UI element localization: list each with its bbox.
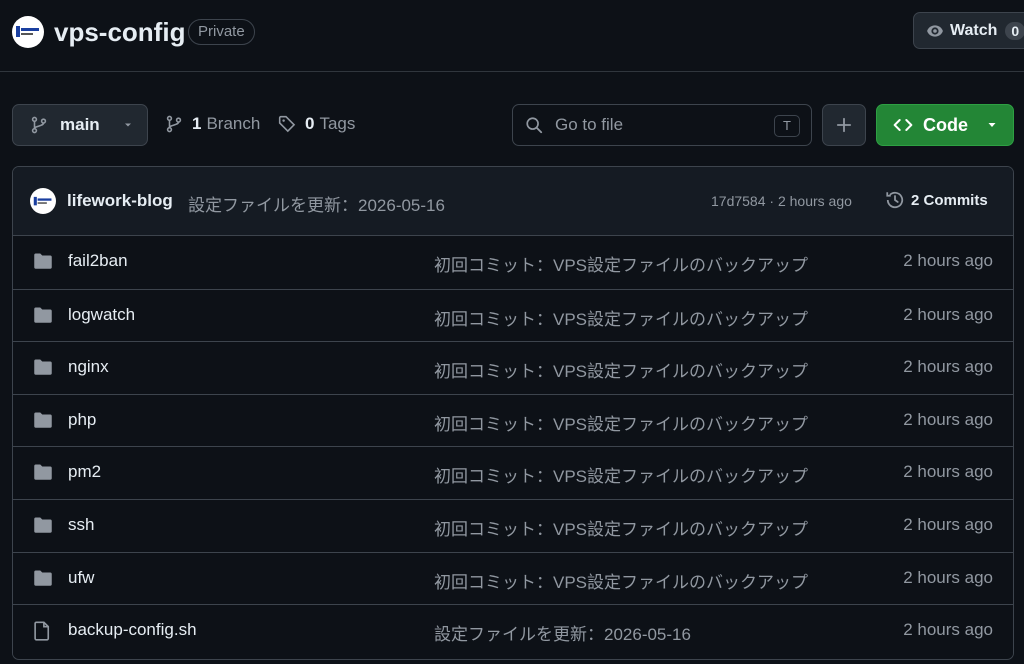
file-commit-message-link[interactable]: 初回コミット：VPS設定ファイルのバックアップ	[434, 357, 808, 382]
avatar-logo-icon	[33, 196, 52, 205]
file-commit-time: 2 hours ago	[903, 462, 993, 482]
file-row-logwatch[interactable]: logwatch 初回コミット：VPS設定ファイルのバックアップ 2 hours a…	[13, 288, 1013, 342]
branches-link[interactable]: 1 Branch	[165, 114, 260, 134]
file-commit-message-link[interactable]: 初回コミット：VPS設定ファイルのバックアップ	[434, 305, 808, 330]
go-to-file-input[interactable]: Go to file T	[512, 104, 812, 146]
tag-label: Tags	[319, 114, 356, 133]
file-row-ufw[interactable]: ufw 初回コミット：VPS設定ファイルのバックアップ 2 hours ago	[13, 551, 1013, 605]
folder-icon	[33, 306, 53, 329]
file-commit-time: 2 hours ago	[903, 620, 993, 640]
repo-header: vps-config Private Watch 0	[0, 0, 1024, 72]
branch-count: 1	[192, 114, 202, 133]
file-row-pm2[interactable]: pm2 初回コミット：VPS設定ファイルのバックアップ 2 hours ago	[13, 446, 1013, 499]
chevron-down-icon	[988, 123, 996, 127]
history-icon	[886, 191, 904, 209]
keyboard-shortcut-hint: T	[774, 115, 800, 137]
file-name-link[interactable]: fail2ban	[68, 251, 128, 271]
folder-icon	[33, 516, 53, 539]
file-row-ssh[interactable]: ssh 初回コミット：VPS設定ファイルのバックアップ 2 hours ago	[13, 498, 1013, 552]
file-commit-time: 2 hours ago	[903, 409, 993, 429]
folder-icon	[33, 411, 53, 434]
latest-commit-bar: lifework-blog 設定ファイルを更新：2026-05-16 17d75…	[13, 167, 1013, 236]
folder-icon	[33, 358, 53, 381]
file-name-link[interactable]: ufw	[68, 568, 94, 588]
commits-label: 2 Commits	[911, 191, 988, 209]
file-name-link[interactable]: logwatch	[68, 305, 135, 325]
folder-icon	[33, 463, 53, 486]
eye-icon	[927, 24, 943, 37]
code-button[interactable]: Code	[876, 104, 1014, 146]
search-icon	[526, 117, 543, 134]
file-name-link[interactable]: php	[68, 410, 96, 430]
search-placeholder: Go to file	[555, 115, 624, 134]
file-commit-time: 2 hours ago	[903, 304, 993, 324]
file-name-link[interactable]: ssh	[68, 515, 94, 535]
file-commit-message-link[interactable]: 設定ファイルを更新：2026-05-16	[434, 620, 691, 645]
tag-count: 0	[305, 114, 315, 133]
folder-icon	[33, 252, 53, 275]
file-row-nginx[interactable]: nginx 初回コミット：VPS設定ファイルのバックアップ 2 hours ago	[13, 341, 1013, 394]
file-commit-time: 2 hours ago	[903, 357, 993, 377]
add-file-button[interactable]	[822, 104, 866, 146]
file-commit-time: 2 hours ago	[903, 251, 993, 270]
file-name-link[interactable]: pm2	[68, 462, 101, 482]
git-branch-icon	[166, 115, 182, 133]
file-list: fail2ban 初回コミット：VPS設定ファイルのバックアップ 2 hours a…	[13, 236, 1013, 657]
file-commit-message-link[interactable]: 初回コミット：VPS設定ファイルのバックアップ	[434, 515, 808, 540]
file-commit-message-link[interactable]: 初回コミット：VPS設定ファイルのバックアップ	[434, 251, 808, 276]
watch-label: Watch	[950, 21, 998, 39]
code-label: Code	[923, 114, 968, 135]
chevron-down-icon	[124, 123, 131, 127]
commits-history-link[interactable]: 2 Commits	[885, 190, 988, 210]
watch-button[interactable]: Watch 0	[913, 12, 1024, 49]
owner-avatar[interactable]	[12, 16, 44, 48]
file-row-fail2ban[interactable]: fail2ban 初回コミット：VPS設定ファイルのバックアップ 2 hours a…	[13, 236, 1013, 289]
commit-meta[interactable]: 17d7584 · 2 hours ago	[711, 193, 852, 209]
file-commit-message-link[interactable]: 初回コミット：VPS設定ファイルのバックアップ	[434, 462, 808, 487]
commit-message[interactable]: 設定ファイルを更新：2026-05-16	[188, 191, 445, 216]
file-name-link[interactable]: backup-config.sh	[68, 620, 197, 640]
folder-icon	[33, 569, 53, 592]
file-row-php[interactable]: php 初回コミット：VPS設定ファイルのバックアップ 2 hours ago	[13, 393, 1013, 447]
watch-count: 0	[1005, 21, 1024, 40]
branch-select-button[interactable]: main	[12, 104, 148, 146]
file-commit-time: 2 hours ago	[903, 514, 993, 534]
tags-link[interactable]: 0 Tags	[278, 114, 355, 134]
plus-icon	[836, 117, 852, 133]
repo-name[interactable]: vps-config	[54, 15, 185, 49]
commit-author[interactable]: lifework-blog	[67, 191, 173, 211]
branch-name: main	[60, 115, 100, 134]
file-commit-message-link[interactable]: 初回コミット：VPS設定ファイルのバックアップ	[434, 410, 808, 435]
author-avatar[interactable]	[30, 188, 56, 214]
git-branch-icon	[31, 116, 47, 134]
file-commit-time: 2 hours ago	[903, 567, 993, 587]
file-browser: lifework-blog 設定ファイルを更新：2026-05-16 17d75…	[12, 166, 1014, 660]
file-name-link[interactable]: nginx	[68, 357, 109, 377]
file-icon	[33, 621, 51, 646]
branch-label: Branch	[206, 114, 261, 133]
file-commit-message-link[interactable]: 初回コミット：VPS設定ファイルのバックアップ	[434, 568, 808, 593]
file-row-backup-config-sh[interactable]: backup-config.sh 設定ファイルを更新：2026-05-16 2 ho…	[13, 604, 1013, 657]
repo-toolbar: main 1 Branch 0 Tags Go to file T Code	[0, 104, 1024, 146]
visibility-badge: Private	[188, 19, 255, 45]
code-icon	[893, 119, 913, 131]
avatar-logo-icon	[16, 26, 39, 37]
tag-icon	[278, 115, 296, 133]
